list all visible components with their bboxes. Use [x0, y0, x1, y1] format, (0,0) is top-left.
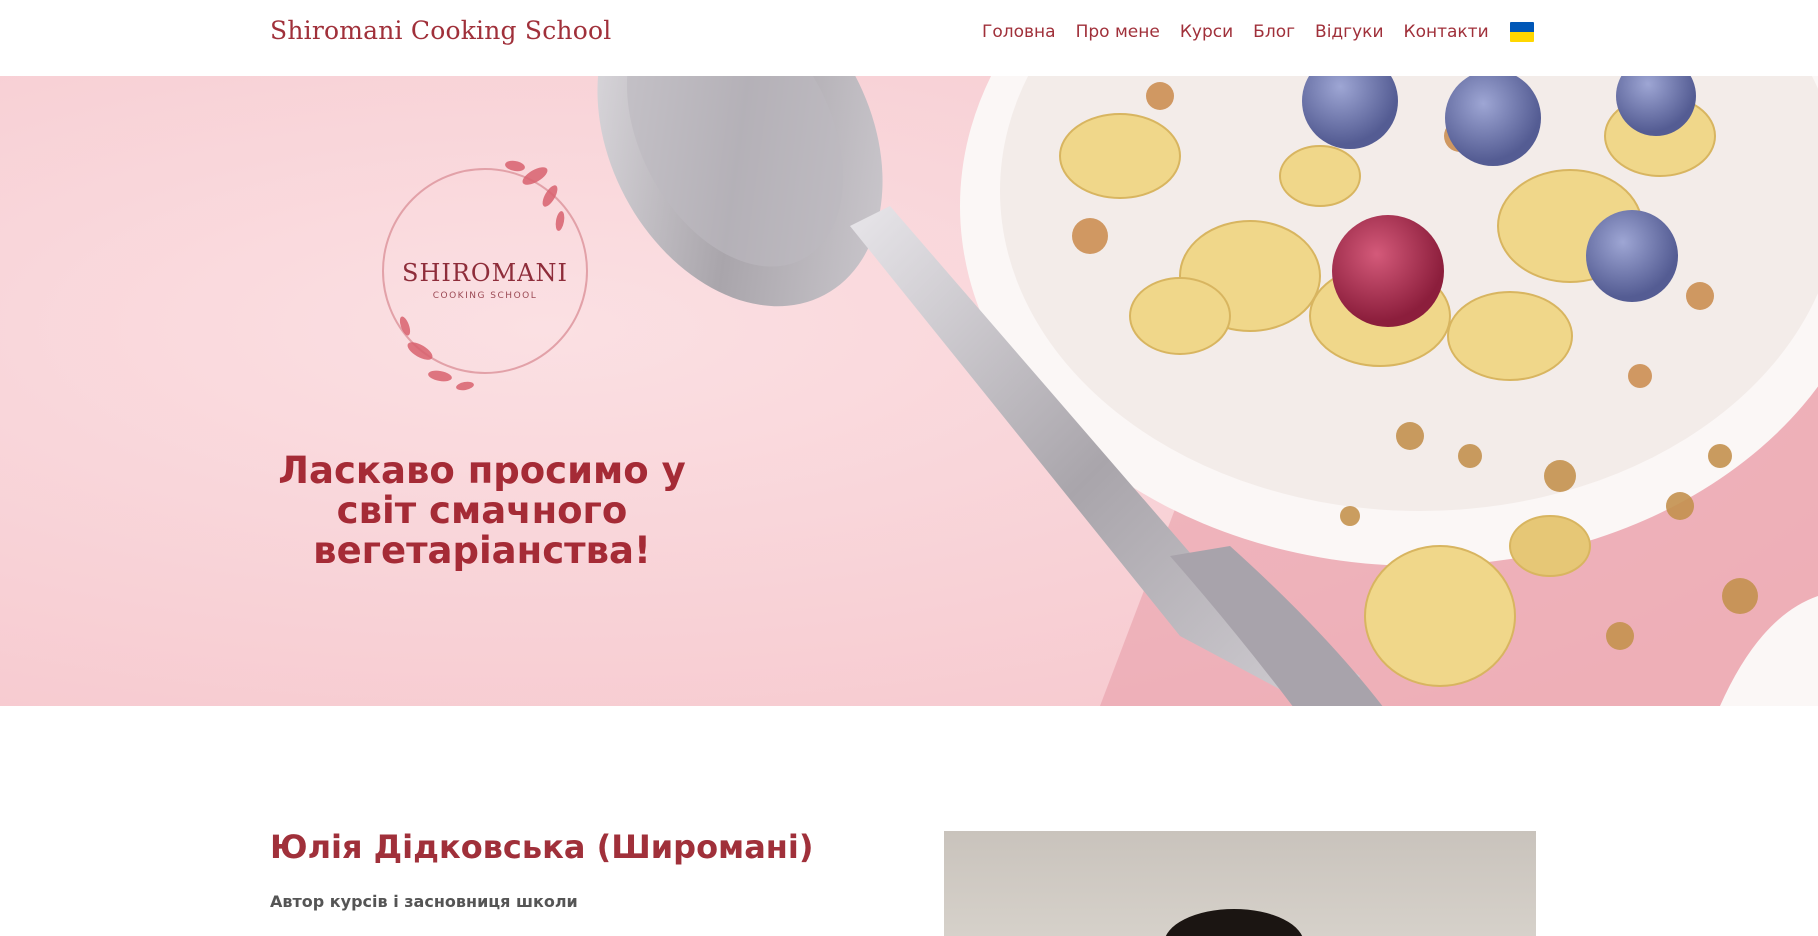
author-role: Автор курсів і засновниця школи	[270, 892, 578, 911]
logo-subtext: COOKING SCHOOL	[433, 291, 538, 301]
nav-item-reviews[interactable]: Відгуки	[1315, 22, 1383, 42]
nav-item-about[interactable]: Про мене	[1076, 22, 1160, 42]
nav-item-home[interactable]: Головна	[982, 22, 1056, 42]
site-header: Shiromani Cooking School Головна Про мен…	[0, 0, 1818, 76]
nav-item-contacts[interactable]: Контакти	[1404, 22, 1489, 42]
hero-title: Ласкаво просимо у світ смачного вегетарі…	[278, 449, 686, 572]
hero-background-image	[0, 76, 1818, 706]
nav-item-blog[interactable]: Блог	[1253, 22, 1295, 42]
author-name: Юлія Дідковська (Широмані)	[270, 828, 814, 866]
logo-text: SHIROMANI	[402, 259, 568, 287]
author-hair	[1164, 909, 1304, 936]
ukraine-flag-icon[interactable]	[1509, 22, 1534, 42]
main-nav: Головна Про мене Курси Блог Відгуки Конт…	[982, 22, 1534, 42]
hero-banner: SHIROMANI COOKING SCHOOL Ласкаво просимо…	[0, 76, 1818, 706]
nav-item-courses[interactable]: Курси	[1180, 22, 1233, 42]
author-photo	[944, 831, 1536, 936]
brand-logo[interactable]: Shiromani Cooking School	[270, 16, 611, 45]
shiromani-logo-emblem: SHIROMANI COOKING SCHOOL	[382, 160, 588, 391]
